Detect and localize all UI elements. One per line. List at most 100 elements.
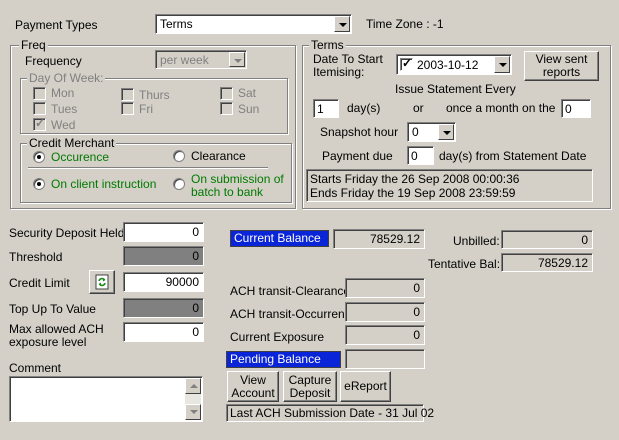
frequency-label: Frequency	[25, 54, 82, 68]
comment-textarea[interactable]	[9, 376, 203, 422]
scroll-down-icon[interactable]	[185, 404, 201, 420]
sun-checkbox[interactable]	[220, 102, 233, 115]
date-enabled-checkbox[interactable]	[400, 56, 413, 71]
capture-deposit-line2: Deposit	[289, 385, 331, 400]
comment-label: Comment	[9, 361, 62, 375]
tentative-bal-field: 78529.12	[501, 253, 593, 272]
scroll-up-icon[interactable]	[185, 378, 201, 394]
days-input[interactable]: 1	[313, 99, 339, 118]
sat-label: Sat	[238, 86, 257, 100]
unbilled-label: Unbilled:	[453, 234, 500, 248]
date-to-start-picker[interactable]: 2003-10-12	[396, 54, 512, 75]
snapshot-hour-label: Snapshot hour	[320, 125, 399, 139]
current-balance-label: Current Balance	[230, 230, 329, 247]
chevron-down-icon[interactable]	[229, 52, 245, 67]
unbilled-value: 0	[581, 233, 588, 247]
tues-label: Tues	[51, 102, 78, 116]
days-label: day(s)	[347, 101, 381, 115]
thurs-checkbox[interactable]	[121, 88, 134, 101]
ach-occurrence-label: ACH transit-Occurrence	[230, 307, 358, 321]
max-ach-label-line1: Max allowed ACH	[9, 322, 104, 336]
wed-checkbox[interactable]	[33, 116, 46, 131]
threshold-input: 0	[123, 246, 204, 266]
chevron-down-icon[interactable]	[438, 124, 454, 140]
payment-due-input[interactable]: 0	[407, 146, 434, 165]
tues-checkbox[interactable]	[33, 102, 46, 115]
once-a-month-input[interactable]: 0	[561, 99, 591, 118]
security-deposit-input[interactable]: 0	[123, 222, 204, 242]
refresh-icon	[95, 274, 109, 290]
day-of-week-title: Day Of Week:	[27, 71, 106, 85]
freq-group-title: Freq	[19, 38, 48, 52]
view-sent-label-line2: reports	[542, 65, 581, 79]
ach-clearance-label: ACH transit-Clearance	[230, 284, 351, 298]
pending-balance-field	[345, 349, 425, 369]
view-account-button[interactable]: View Account	[227, 371, 279, 402]
on-submission-radio[interactable]	[173, 178, 185, 190]
view-sent-reports-button[interactable]: View sent reports	[524, 51, 599, 81]
ach-clearance-value: 0	[413, 281, 420, 295]
current-exposure-value: 0	[413, 328, 420, 342]
sun-label: Sun	[238, 102, 260, 116]
fri-checkbox[interactable]	[121, 102, 134, 115]
or-label: or	[413, 101, 424, 115]
date-to-start-label-line2: Itemising:	[313, 65, 365, 79]
date-to-start-value: 2003-10-12	[417, 58, 479, 72]
occurence-radio[interactable]	[33, 151, 45, 163]
time-zone-label: Time Zone : -1	[366, 17, 444, 31]
ach-occurrence-value: 0	[413, 305, 420, 319]
chevron-down-icon[interactable]	[494, 56, 510, 73]
mon-checkbox[interactable]	[33, 87, 46, 100]
mon-label: Mon	[51, 86, 75, 100]
on-client-instruction-radio[interactable]	[33, 178, 45, 190]
ach-clearance-field: 0	[345, 278, 425, 298]
sat-checkbox[interactable]	[220, 87, 233, 100]
payment-types-value: Terms	[160, 17, 193, 31]
credit-merchant-title: Credit Merchant	[27, 136, 117, 150]
current-exposure-field: 0	[345, 325, 425, 345]
refresh-credit-limit-button[interactable]	[89, 270, 115, 294]
frequency-value: per week	[160, 53, 209, 67]
schedule-info-box: Starts Friday the 26 Sep 2008 00:00:36 E…	[306, 169, 593, 202]
capture-deposit-button[interactable]: Capture Deposit	[283, 371, 337, 402]
schedule-end-text: Ends Friday the 19 Sep 2008 23:59:59	[310, 186, 516, 200]
max-ach-value: 0	[192, 325, 199, 339]
wed-label: Wed	[51, 118, 76, 132]
days-input-value: 1	[317, 102, 324, 116]
ereport-button[interactable]: eReport	[340, 371, 391, 402]
tentative-bal-label: Tentative Bal:	[428, 257, 501, 271]
pending-balance-label: Pending Balance	[226, 351, 341, 368]
threshold-label: Threshold	[9, 250, 63, 264]
current-balance-value: 78529.12	[369, 232, 420, 246]
comment-scrollbar[interactable]	[185, 378, 201, 420]
snapshot-hour-dropdown[interactable]: 0	[407, 122, 456, 142]
view-account-line2: Account	[231, 385, 275, 400]
credit-limit-input[interactable]: 90000	[123, 272, 204, 292]
capture-deposit-line1: Capture	[288, 372, 332, 387]
terms-group-title: Terms	[309, 38, 346, 52]
schedule-start-text: Starts Friday the 26 Sep 2008 00:00:36	[310, 172, 520, 186]
chevron-down-icon[interactable]	[334, 16, 350, 32]
clearance-radio[interactable]	[173, 150, 185, 162]
fri-label: Fri	[139, 102, 153, 116]
security-deposit-value: 0	[192, 225, 199, 239]
current-exposure-label: Current Exposure	[230, 330, 325, 344]
ach-occurrence-field: 0	[345, 302, 425, 322]
credit-limit-label: Credit Limit	[9, 276, 70, 290]
payment-types-dropdown[interactable]: Terms	[155, 14, 352, 34]
payment-due-suffix: day(s) from Statement Date	[439, 149, 587, 163]
payment-due-label: Payment due	[322, 149, 393, 163]
date-to-start-label-line1: Date To Start	[313, 52, 383, 66]
tentative-bal-value: 78529.12	[537, 256, 588, 270]
clearance-label: Clearance	[191, 149, 246, 163]
divider	[28, 167, 268, 169]
snapshot-hour-value: 0	[412, 125, 419, 139]
last-ach-status: Last ACH Submission Date - 31 Jul 02	[226, 404, 434, 422]
on-submission-label-line1: On submission of	[191, 172, 284, 186]
on-submission-label-line2: batch to bank	[191, 185, 264, 199]
max-ach-input[interactable]: 0	[123, 322, 204, 342]
security-deposit-label: Security Deposit Held	[9, 226, 125, 240]
threshold-value: 0	[192, 249, 199, 263]
once-a-month-value: 0	[565, 102, 572, 116]
frequency-dropdown[interactable]: per week	[155, 50, 247, 69]
